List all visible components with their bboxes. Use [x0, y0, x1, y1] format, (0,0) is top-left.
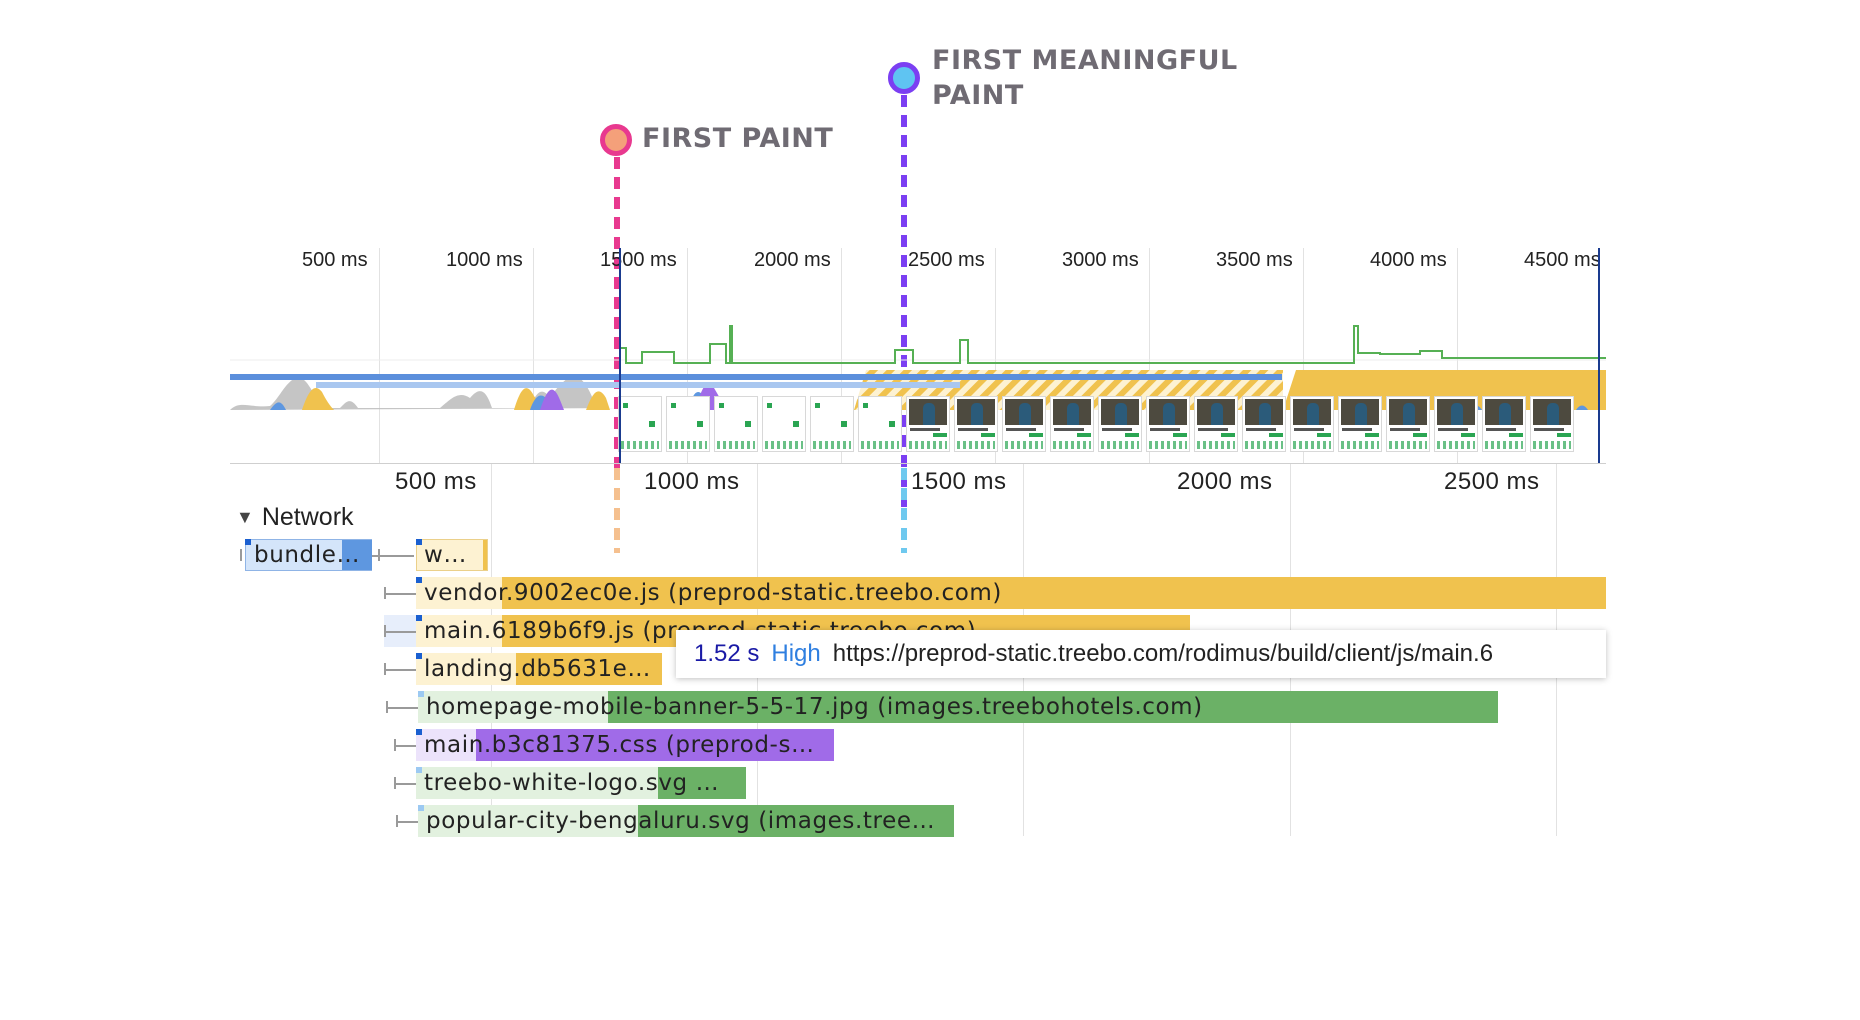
first-paint-label: FIRST PAINT — [642, 123, 834, 154]
overview-panel[interactable]: 500 ms 1000 ms 1500 ms 2000 ms 2500 ms 3… — [230, 240, 1606, 465]
request-whisker — [384, 631, 416, 633]
filmstrip[interactable] — [618, 396, 1606, 462]
request-whisker — [396, 815, 398, 827]
screenshot-thumbnail[interactable] — [714, 396, 758, 452]
request-label-popular-city: popular-city-bengaluru.svg (images.tree… — [426, 808, 936, 834]
request-priority-marker — [416, 767, 422, 773]
request-whisker — [384, 593, 416, 595]
screenshot-thumbnail[interactable] — [1434, 396, 1478, 452]
request-priority-marker — [416, 577, 422, 583]
screenshot-thumbnail[interactable] — [1530, 396, 1574, 452]
overview-tick-label: 3500 ms — [1216, 249, 1293, 271]
request-label-homepage-banner: homepage-mobile-banner-5-5-17.jpg (image… — [426, 694, 1203, 720]
request-priority-marker — [416, 615, 422, 621]
screenshot-thumbnail[interactable] — [1338, 396, 1382, 452]
screenshot-thumbnail[interactable] — [1098, 396, 1142, 452]
screenshot-thumbnail[interactable] — [1002, 396, 1046, 452]
request-priority-marker — [245, 539, 251, 545]
screenshot-thumbnail[interactable] — [1050, 396, 1094, 452]
request-bar-w-download — [483, 540, 487, 570]
request-label-w: w… — [424, 542, 468, 568]
first-paint-dot — [600, 124, 632, 156]
request-whisker — [394, 745, 416, 747]
overview-tick-label: 2000 ms — [754, 249, 831, 271]
request-whisker — [394, 777, 396, 789]
request-priority-marker — [418, 691, 424, 697]
timeline-ruler: 500 ms 1000 ms 1500 ms 2000 ms 2500 ms — [230, 464, 1606, 498]
overview-window-left-handle[interactable] — [619, 248, 621, 463]
request-label-vendor: vendor.9002ec0e.js (preprod-static.treeb… — [424, 580, 1002, 606]
first-meaningful-paint-label: FIRST MEANINGFUL PAINT — [932, 43, 1238, 113]
ruler-tick-label: 2000 ms — [1177, 468, 1273, 495]
screenshot-thumbnail[interactable] — [954, 396, 998, 452]
overview-window-right-handle[interactable] — [1598, 248, 1600, 463]
screenshot-thumbnail[interactable] — [906, 396, 950, 452]
ruler-tick-label: 1500 ms — [911, 468, 1007, 495]
overview-tick-label: 1500 ms — [600, 249, 677, 271]
tooltip-url: https://preprod-static.treebo.com/rodimu… — [832, 640, 1494, 667]
request-whisker — [386, 707, 418, 709]
overview-tick-label: 2500 ms — [908, 249, 985, 271]
request-whisker — [384, 625, 386, 637]
overview-tick-label: 500 ms — [302, 249, 368, 271]
request-whisker — [386, 701, 388, 713]
screenshot-thumbnail[interactable] — [762, 396, 806, 452]
screenshot-thumbnail[interactable] — [1386, 396, 1430, 452]
request-priority-marker — [416, 539, 422, 545]
request-whisker — [378, 549, 380, 561]
screenshot-thumbnail[interactable] — [1146, 396, 1190, 452]
overview-tick-label: 1000 ms — [446, 249, 523, 271]
request-whisker — [394, 783, 416, 785]
tooltip-priority: High — [771, 640, 821, 667]
request-label-treebo-logo: treebo-white-logo.svg … — [424, 770, 720, 796]
request-whisker — [384, 669, 416, 671]
screenshot-thumbnail[interactable] — [1242, 396, 1286, 452]
overview-activity-chart — [230, 325, 1606, 410]
ruler-tick-label: 2500 ms — [1444, 468, 1540, 495]
first-meaningful-paint-label-line2: PAINT — [932, 80, 1024, 111]
request-priority-marker — [418, 805, 424, 811]
overview-tick-label: 3000 ms — [1062, 249, 1139, 271]
collapse-triangle-icon[interactable]: ▼ — [236, 507, 254, 528]
overview-network-bar-light — [316, 382, 960, 388]
first-meaningful-paint-label-line1: FIRST MEANINGFUL — [932, 45, 1238, 76]
request-label-landing: landing.db5631e… — [424, 656, 652, 682]
network-section-label: Network — [261, 502, 354, 531]
network-section-header[interactable]: ▼ Network — [236, 502, 354, 532]
screenshot-thumbnail[interactable] — [810, 396, 854, 452]
request-whisker — [396, 821, 418, 823]
overview-tick-label: 4000 ms — [1370, 249, 1447, 271]
request-label-bundle: bundle… — [254, 542, 361, 568]
overview-network-bar — [230, 374, 1282, 380]
overview-tick-label: 4500 ms — [1524, 249, 1601, 271]
screenshot-thumbnail[interactable] — [618, 396, 662, 452]
ruler-tick-label: 500 ms — [395, 468, 477, 495]
request-tooltip: 1.52 s High https://preprod-static.treeb… — [676, 630, 1606, 678]
screenshot-thumbnail[interactable] — [1482, 396, 1526, 452]
screenshot-thumbnail[interactable] — [1290, 396, 1334, 452]
request-whisker — [384, 663, 386, 675]
request-priority-marker — [416, 653, 422, 659]
screenshot-thumbnail[interactable] — [858, 396, 902, 452]
request-label-main-css: main.b3c81375.css (preprod-s… — [424, 732, 815, 758]
request-whisker — [240, 549, 242, 561]
ruler-tick-label: 1000 ms — [644, 468, 740, 495]
request-whisker — [394, 739, 396, 751]
screenshot-thumbnail[interactable] — [1194, 396, 1238, 452]
request-priority-marker — [416, 729, 422, 735]
tooltip-duration: 1.52 s — [694, 640, 760, 667]
screenshot-thumbnail[interactable] — [666, 396, 710, 452]
request-whisker — [384, 587, 386, 599]
first-meaningful-paint-dot — [888, 62, 920, 94]
